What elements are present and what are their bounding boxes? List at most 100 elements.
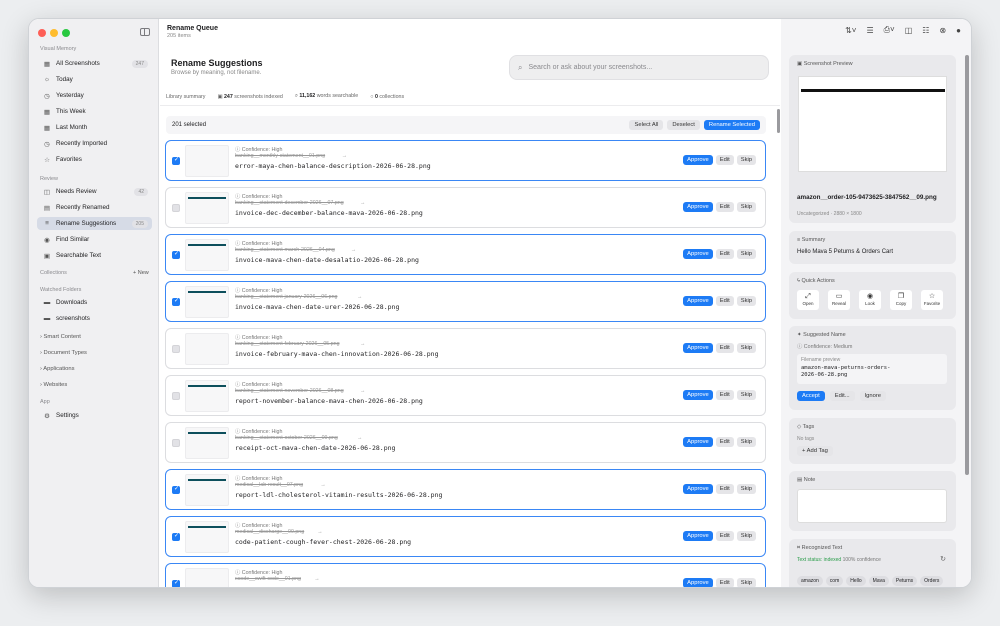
approve-button[interactable]: Approve xyxy=(683,202,713,212)
row-checkbox[interactable] xyxy=(172,156,180,165)
approve-button[interactable]: Approve xyxy=(683,249,713,259)
group-websites[interactable]: › Websites xyxy=(40,382,67,388)
skip-button[interactable]: Skip xyxy=(736,484,756,494)
sidebar-item-favorites[interactable]: ☆ Favorites xyxy=(37,153,152,166)
rename-row[interactable]: ⓘ Confidence: Highxcode__swift-code__01.… xyxy=(165,563,766,587)
approve-button[interactable]: Approve xyxy=(683,531,713,541)
sidebar-item-today[interactable]: ☼ Today xyxy=(37,73,152,86)
rename-row[interactable]: ⓘ Confidence: High banking__statement-dec… xyxy=(165,187,766,228)
sidebar-item-screenshots[interactable]: ▬ screenshots xyxy=(37,312,152,325)
ocr-token[interactable]: Peturns xyxy=(891,576,918,586)
edit-button[interactable]: Edit xyxy=(715,484,734,494)
rename-row[interactable]: ⓘ Confidence: Highbanking__monthly-state… xyxy=(165,140,766,181)
group-document-types[interactable]: › Document Types xyxy=(40,350,87,356)
sidebar-item-yesterday[interactable]: ◷ Yesterday xyxy=(37,89,152,102)
accept-button[interactable]: Accept xyxy=(797,391,825,401)
group-applications[interactable]: › Applications xyxy=(40,366,75,372)
skip-button[interactable]: Skip xyxy=(736,531,756,541)
preview-image[interactable] xyxy=(798,76,947,172)
row-checkbox[interactable] xyxy=(172,297,180,306)
rename-row[interactable]: ⓘ Confidence: Highmedical__discharge__09… xyxy=(165,516,766,557)
approve-button[interactable]: Approve xyxy=(683,296,713,306)
sidebar-item-recently-imported[interactable]: ◷ Recently Imported xyxy=(37,137,152,150)
favorite-action-button[interactable]: ☆ Favorite xyxy=(921,290,943,310)
sidebar-item-recently-renamed[interactable]: ▤ Recently Renamed xyxy=(37,201,152,214)
edit-button[interactable]: Edit xyxy=(715,343,734,353)
new-collection-button[interactable]: + New xyxy=(133,270,149,276)
deselect-button[interactable]: Deselect xyxy=(667,120,700,130)
copy-action-button[interactable]: ❐ Copy xyxy=(890,290,912,310)
reveal-action-button[interactable]: ▭ Reveal xyxy=(828,290,850,310)
sidebar-item-all-screenshots[interactable]: ▦ All Screenshots 247 xyxy=(37,57,152,70)
sidebar-item-find-similar[interactable]: ◉ Find Similar xyxy=(37,233,152,246)
ignore-button[interactable]: Ignore xyxy=(859,391,886,401)
ocr-token[interactable]: Hello xyxy=(846,576,866,586)
row-checkbox[interactable] xyxy=(172,579,180,587)
row-checkbox[interactable] xyxy=(172,250,180,259)
edit-button[interactable]: Edit xyxy=(715,390,734,400)
edit-button[interactable]: Edit xyxy=(715,437,734,447)
note-textarea[interactable] xyxy=(797,489,947,523)
scrollbar[interactable] xyxy=(777,109,780,133)
check-circle-icon[interactable]: ● xyxy=(956,26,961,35)
sort-icon[interactable]: ⇅˅ xyxy=(845,26,856,35)
look-action-button[interactable]: ◉ Look xyxy=(859,290,881,310)
rename-row[interactable]: ⓘ Confidence: Highbanking__statement-mar… xyxy=(165,234,766,275)
row-checkbox[interactable] xyxy=(172,439,180,447)
skip-button[interactable]: Skip xyxy=(736,343,756,353)
sidebar-item-last-month[interactable]: ▦ Last Month xyxy=(37,121,152,134)
skip-button[interactable]: Skip xyxy=(736,202,756,212)
sidebar-item-rename-suggestions[interactable]: ≡ Rename Suggestions 205 xyxy=(37,217,152,230)
skip-button[interactable]: Skip xyxy=(736,390,756,400)
approve-button[interactable]: Approve xyxy=(683,343,713,353)
rename-row[interactable]: ⓘ Confidence: High banking__statement-oct… xyxy=(165,422,766,463)
open-action-button[interactable]: ⤢ Open xyxy=(797,290,819,310)
select-all-button[interactable]: Select All xyxy=(629,120,664,130)
rename-selected-button[interactable]: Rename Selected xyxy=(703,120,760,130)
search-input[interactable]: ⌕ Search or ask about your screenshots... xyxy=(509,55,769,80)
skip-button[interactable]: Skip xyxy=(736,437,756,447)
edit-button[interactable]: Edit xyxy=(715,578,734,587)
sidebar-item-needs-review[interactable]: ◫ Needs Review 42 xyxy=(37,185,152,198)
add-tag-button[interactable]: + Add Tag xyxy=(797,446,833,456)
rename-row[interactable]: ⓘ Confidence: High banking__statement-feb… xyxy=(165,328,766,369)
edit-button[interactable]: Edit xyxy=(715,296,734,306)
edit-button[interactable]: Edit xyxy=(715,155,734,165)
sidebar-item-this-week[interactable]: ▦ This Week xyxy=(37,105,152,118)
rename-row[interactable]: ⓘ Confidence: Highmedical__lab-result__0… xyxy=(165,469,766,510)
row-checkbox[interactable] xyxy=(172,392,180,400)
zoom-window-button[interactable] xyxy=(62,29,70,37)
row-checkbox[interactable] xyxy=(172,345,180,353)
approve-button[interactable]: Approve xyxy=(683,484,713,494)
checklist-icon[interactable]: ☷ xyxy=(922,26,929,35)
edit-button[interactable]: Edit xyxy=(715,202,734,212)
row-checkbox[interactable] xyxy=(172,485,180,494)
ocr-token[interactable]: com xyxy=(825,576,844,586)
skip-button[interactable]: Skip xyxy=(736,578,756,587)
edit-button[interactable]: Edit... xyxy=(829,391,855,401)
approve-button[interactable]: Approve xyxy=(683,155,713,165)
refresh-icon[interactable]: ↻ xyxy=(940,555,946,563)
inspector-toggle-icon[interactable]: ◫ xyxy=(905,26,913,35)
row-checkbox[interactable] xyxy=(172,204,180,212)
ocr-token[interactable]: Orders xyxy=(920,576,944,586)
rename-row[interactable]: ⓘ Confidence: High banking__statement-nov… xyxy=(165,375,766,416)
sidebar-toggle-icon[interactable] xyxy=(140,28,150,36)
skip-button[interactable]: Skip xyxy=(736,155,756,165)
sidebar-item-settings[interactable]: ⚙ Settings xyxy=(37,409,152,422)
skip-button[interactable]: Skip xyxy=(736,296,756,306)
list-icon[interactable]: ☰ xyxy=(866,26,873,35)
approve-button[interactable]: Approve xyxy=(683,578,713,587)
ocr-token[interactable]: Mava xyxy=(868,576,889,586)
group-smart-content[interactable]: › Smart Content xyxy=(40,334,81,340)
sidebar-item-searchable-text[interactable]: ▣ Searchable Text xyxy=(37,249,152,262)
close-icon[interactable]: ⊗ xyxy=(939,26,946,35)
edit-button[interactable]: Edit xyxy=(715,531,734,541)
approve-button[interactable]: Approve xyxy=(683,437,713,447)
minimize-window-button[interactable] xyxy=(50,29,58,37)
approve-button[interactable]: Approve xyxy=(683,390,713,400)
skip-button[interactable]: Skip xyxy=(736,249,756,259)
sidebar-item-downloads[interactable]: ▬ Downloads xyxy=(37,296,152,309)
export-icon[interactable]: ⎙˅ xyxy=(884,25,895,35)
close-window-button[interactable] xyxy=(38,29,46,37)
